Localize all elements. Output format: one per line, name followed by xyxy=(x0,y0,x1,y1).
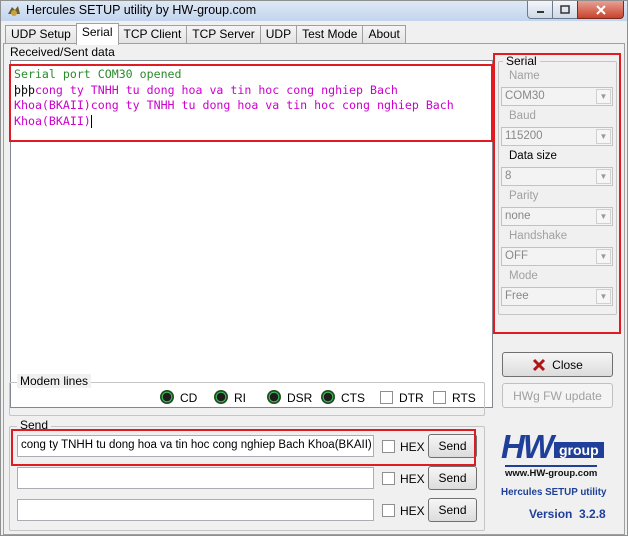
send-button-2[interactable]: Send xyxy=(428,466,477,490)
maximize-icon xyxy=(560,5,570,14)
rts-label: RTS xyxy=(452,391,476,405)
logo-url: www.HW-group.com xyxy=(505,465,598,479)
app-window: Hercules SETUP utility by HW-group.com U… xyxy=(0,0,628,536)
modem-lines-title: Modem lines xyxy=(17,374,92,388)
logo-version: Version 3.2.8 xyxy=(529,507,606,521)
close-label: Close xyxy=(552,357,583,372)
handshake-value: OFF xyxy=(505,250,528,262)
parity-value: none xyxy=(505,210,531,222)
chevron-down-icon: ▼ xyxy=(596,129,611,144)
hex-label-3: HEX xyxy=(400,504,425,518)
data-size-value: 8 xyxy=(505,170,512,182)
logo-product: Hercules SETUP utility xyxy=(501,487,607,498)
send-button-3[interactable]: Send xyxy=(428,498,477,522)
hwg-fw-update-label: HWg FW update xyxy=(513,388,602,403)
dsr-label: DSR xyxy=(287,391,313,405)
send-label-2: Send xyxy=(438,471,467,485)
data-size-label: Data size xyxy=(509,150,557,162)
send-label-1: Send xyxy=(438,439,467,453)
ri-led-icon xyxy=(214,390,228,404)
hex-checkbox-2[interactable] xyxy=(382,472,395,485)
dtr-label: DTR xyxy=(399,391,424,405)
tab-tcp-client[interactable]: TCP Client xyxy=(117,25,188,44)
baud-label: Baud xyxy=(509,110,536,122)
hex-checkbox-3[interactable] xyxy=(382,504,395,517)
close-port-button[interactable]: Close xyxy=(502,352,613,377)
cd-label: CD xyxy=(180,391,198,405)
received-data-text: cong ty TNHH tu dong hoa va tin hoc cong… xyxy=(14,82,454,128)
received-data-area[interactable]: Serial port COM30 opened þþþcong ty TNHH… xyxy=(10,60,493,408)
name-label: Name xyxy=(509,70,540,82)
chevron-down-icon: ▼ xyxy=(596,289,611,304)
serial-group-title: Serial xyxy=(503,54,540,68)
hercules-app-icon xyxy=(8,6,20,16)
tab-serial[interactable]: Serial xyxy=(75,23,119,45)
window-title: Hercules SETUP utility by HW-group.com xyxy=(26,3,257,17)
send-label-3: Send xyxy=(438,503,467,517)
cts-label: CTS xyxy=(341,391,365,405)
tab-test-mode[interactable]: Test Mode xyxy=(296,25,364,44)
received-prefix: þþþ xyxy=(14,82,35,97)
send-group-title: Send xyxy=(17,418,52,432)
ri-label: RI xyxy=(234,391,246,405)
mode-value: Free xyxy=(505,290,529,302)
title-bar[interactable]: Hercules SETUP utility by HW-group.com xyxy=(1,1,627,21)
received-sent-label: Received/Sent data xyxy=(10,45,115,59)
hex-checkbox-1[interactable] xyxy=(382,440,395,453)
maximize-button[interactable] xyxy=(552,1,578,19)
tab-strip: UDP Setup Serial TCP Client TCP Server U… xyxy=(5,23,406,45)
chevron-down-icon: ▼ xyxy=(596,169,611,184)
close-icon xyxy=(595,4,606,15)
tab-udp[interactable]: UDP xyxy=(259,25,298,44)
port-name-value: COM30 xyxy=(505,90,545,102)
cts-led-icon xyxy=(321,390,335,404)
dtr-checkbox[interactable] xyxy=(380,391,393,404)
baud-value: 115200 xyxy=(505,130,543,142)
rts-checkbox[interactable] xyxy=(433,391,446,404)
mode-select[interactable]: Free ▼ xyxy=(501,287,613,306)
port-name-select[interactable]: COM30 ▼ xyxy=(501,87,613,106)
close-icon xyxy=(533,358,546,371)
close-window-button[interactable] xyxy=(577,1,624,19)
parity-select[interactable]: none ▼ xyxy=(501,207,613,226)
status-line: Serial port COM30 opened xyxy=(14,67,182,81)
cd-led-icon xyxy=(160,390,174,404)
tab-tcp-server[interactable]: TCP Server xyxy=(186,25,261,44)
baud-select[interactable]: 115200 ▼ xyxy=(501,127,613,146)
send-input-1[interactable]: cong ty TNHH tu dong hoa va tin hoc cong… xyxy=(17,435,374,457)
data-size-select[interactable]: 8 ▼ xyxy=(501,167,613,186)
hw-group-logo: HW group www.HW-group.com Hercules SETUP… xyxy=(498,429,613,524)
chevron-down-icon: ▼ xyxy=(596,249,611,264)
handshake-label: Handshake xyxy=(509,230,568,242)
minimize-button[interactable] xyxy=(527,1,553,19)
hex-label-2: HEX xyxy=(400,472,425,486)
minimize-icon xyxy=(536,11,544,13)
send-button-1[interactable]: Send xyxy=(428,434,477,458)
text-caret xyxy=(90,114,92,128)
chevron-down-icon: ▼ xyxy=(596,209,611,224)
chevron-down-icon: ▼ xyxy=(596,89,611,104)
send-input-3[interactable] xyxy=(17,499,374,521)
dsr-led-icon xyxy=(267,390,281,404)
handshake-select[interactable]: OFF ▼ xyxy=(501,247,613,266)
tab-udp-setup[interactable]: UDP Setup xyxy=(5,25,77,44)
send-input-2[interactable] xyxy=(17,467,374,489)
logo-group: group xyxy=(553,442,604,458)
logo-hw: HW xyxy=(501,428,554,465)
parity-label: Parity xyxy=(509,190,539,202)
hwg-fw-update-button[interactable]: HWg FW update xyxy=(502,383,613,408)
tab-about[interactable]: About xyxy=(362,25,406,44)
mode-label: Mode xyxy=(509,270,538,282)
hex-label-1: HEX xyxy=(400,440,425,454)
